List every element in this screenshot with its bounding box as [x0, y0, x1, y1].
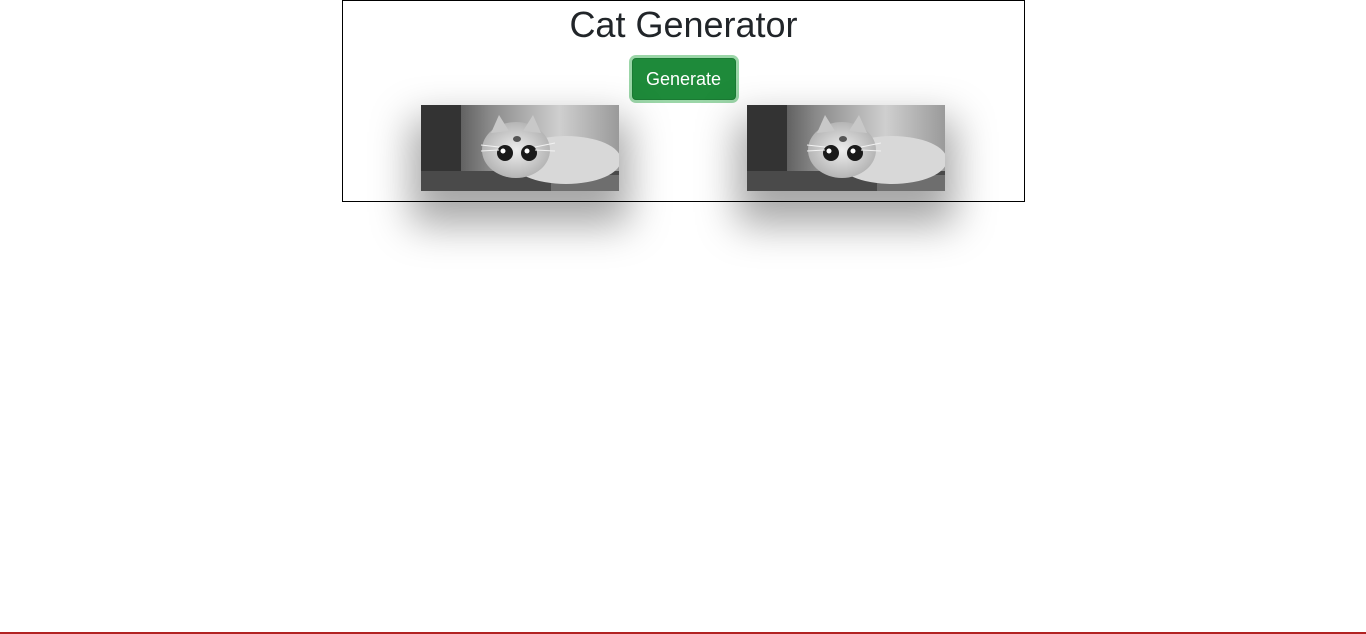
cat-image-row: [343, 105, 1024, 191]
cat-photo-icon: [421, 105, 619, 191]
cat-image-2: [747, 105, 945, 191]
page: Cat Generator Generate: [0, 0, 1366, 634]
generate-button[interactable]: Generate: [631, 58, 736, 100]
page-title: Cat Generator: [569, 4, 798, 45]
cat-photo-icon: [747, 105, 945, 191]
generator-card: Cat Generator Generate: [342, 0, 1025, 202]
cat-image-1: [421, 105, 619, 191]
